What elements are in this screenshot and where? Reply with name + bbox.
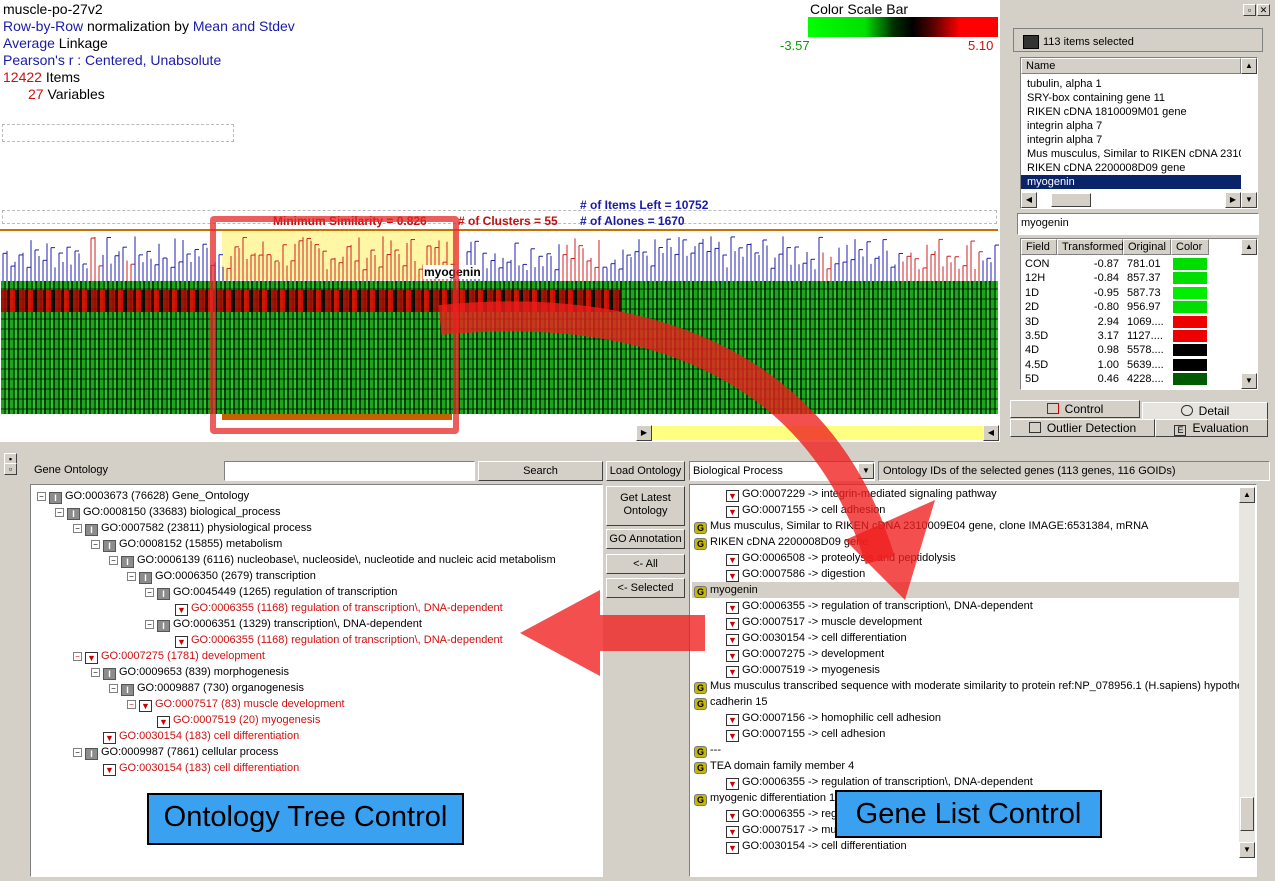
- annotation-arrows: [438, 301, 935, 676]
- app-window: muscle-po-27v2 Row-by-Row normalization …: [0, 0, 1275, 881]
- gene-list-callout: Gene List Control: [835, 790, 1102, 838]
- ontology-tree-callout: Ontology Tree Control: [147, 793, 464, 845]
